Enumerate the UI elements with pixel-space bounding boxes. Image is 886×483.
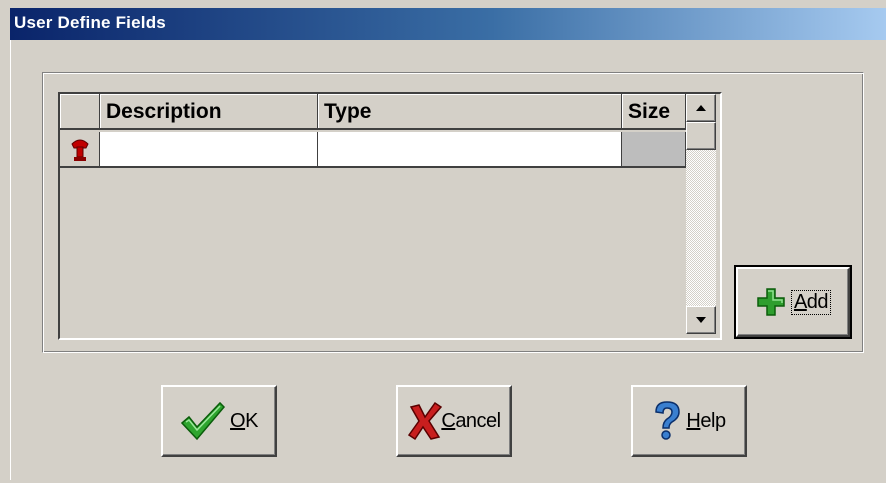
red-x-icon <box>408 401 443 441</box>
cell-description[interactable] <box>100 132 318 168</box>
cancel-button[interactable]: Cancel <box>396 385 512 457</box>
cell-size[interactable] <box>622 132 686 168</box>
window-title: User Define Fields <box>14 13 166 32</box>
help-button[interactable]: Help <box>631 385 747 457</box>
column-header-type[interactable]: Type <box>318 94 622 130</box>
row-indicator[interactable] <box>60 132 100 168</box>
arrow-down-icon <box>696 317 706 323</box>
vertical-scrollbar[interactable] <box>686 94 716 334</box>
help-button-label: Help <box>686 409 726 432</box>
scroll-up-button[interactable] <box>686 94 716 122</box>
green-checkmark-icon <box>180 401 226 441</box>
red-pointer-icon <box>71 139 89 161</box>
add-button-default-frame: Add <box>734 265 852 339</box>
title-bar[interactable]: User Define Fields <box>10 8 886 40</box>
blue-question-icon <box>655 401 681 440</box>
cell-type[interactable] <box>318 132 622 168</box>
arrow-up-icon <box>696 105 706 111</box>
grid-corner-header <box>60 94 100 130</box>
user-define-fields-dialog: User Define Fields Description Type Size <box>0 0 886 483</box>
fields-grid[interactable]: Description Type Size <box>58 92 722 340</box>
cancel-button-label: Cancel <box>441 409 501 432</box>
grid-body: Description Type Size <box>60 94 686 338</box>
add-button[interactable]: Add <box>736 267 850 337</box>
scroll-thumb[interactable] <box>686 122 716 150</box>
ok-button[interactable]: OK <box>161 385 277 457</box>
add-button-label: Add <box>790 289 832 315</box>
ok-button-label: OK <box>230 409 258 432</box>
green-plus-icon <box>757 288 785 316</box>
column-header-description[interactable]: Description <box>100 94 318 130</box>
column-header-size[interactable]: Size <box>622 94 686 130</box>
scroll-down-button[interactable] <box>686 306 716 334</box>
